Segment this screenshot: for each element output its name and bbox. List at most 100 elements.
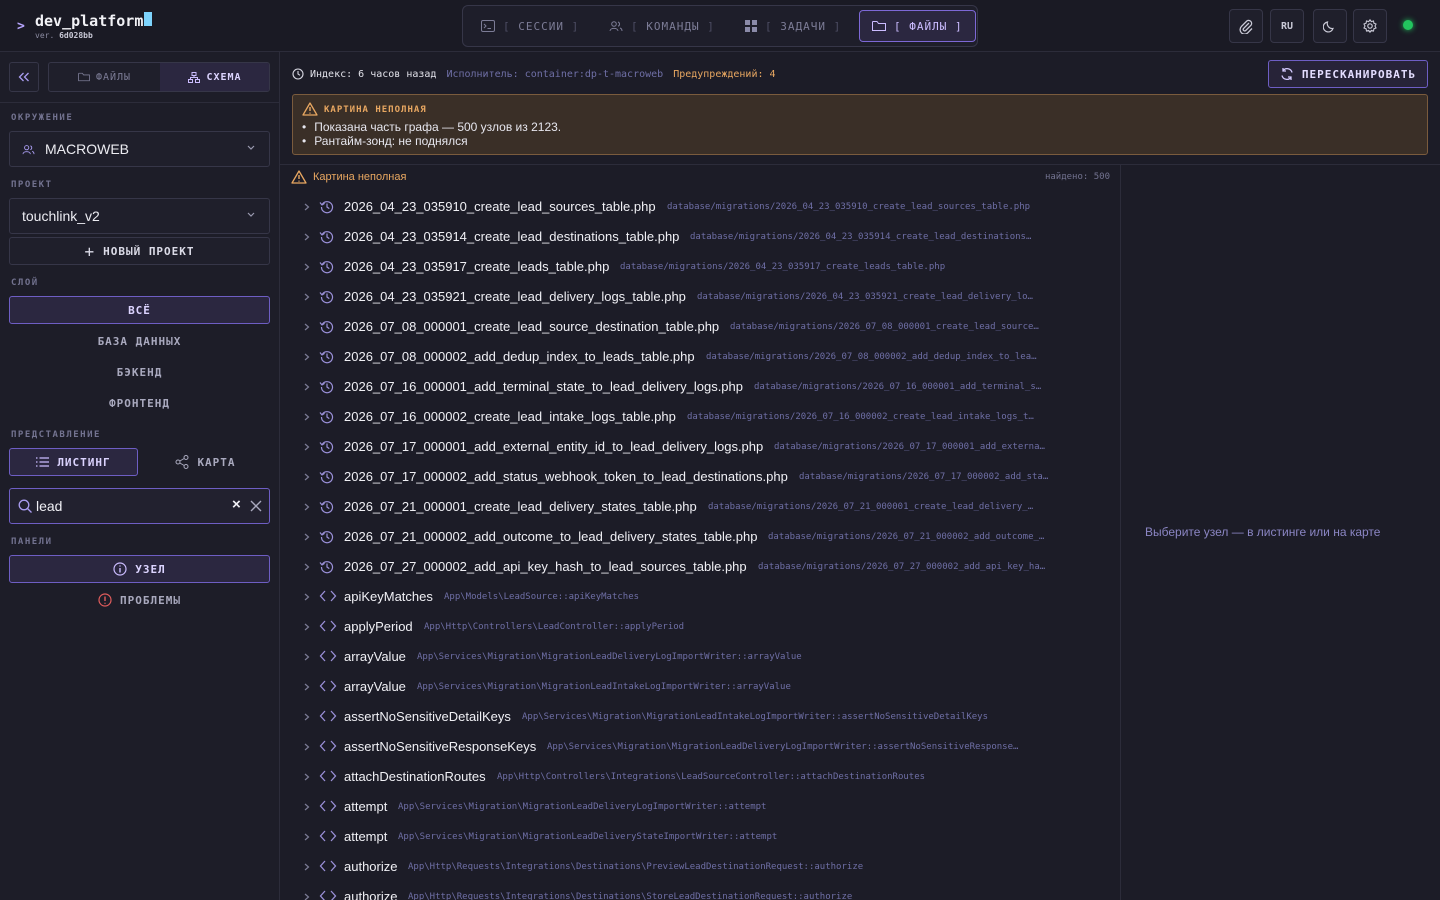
list-item[interactable]: assertNoSensitiveDetailKeys App\Services\… xyxy=(280,702,1120,732)
list-item[interactable]: 2026_04_23_035914_create_lead_destinatio… xyxy=(280,222,1120,252)
list-item[interactable]: 2026_04_23_035921_create_lead_delivery_l… xyxy=(280,282,1120,312)
list-item[interactable]: 2026_07_08_000002_add_dedup_index_to_lea… xyxy=(280,342,1120,372)
history-icon xyxy=(319,349,335,365)
listing-view-button[interactable]: ЛИСТИНГ xyxy=(9,448,138,476)
list-item[interactable]: arrayValue App\Services\Migration\Migrati… xyxy=(280,642,1120,672)
chevron-right-icon[interactable] xyxy=(304,233,310,241)
list-item[interactable]: 2026_07_27_000002_add_api_key_hash_to_le… xyxy=(280,552,1120,582)
files-view-label: ФАЙЛЫ xyxy=(95,71,132,83)
chevron-right-icon[interactable] xyxy=(304,743,310,751)
list-item[interactable]: 2026_07_17_000001_add_external_entity_id… xyxy=(280,432,1120,462)
search-input[interactable] xyxy=(36,497,226,515)
attach-button[interactable] xyxy=(1229,9,1263,43)
list-item[interactable]: 2026_07_16_000002_create_lead_intake_log… xyxy=(280,402,1120,432)
tab-commands[interactable]: [ КОМАНДЫ ] xyxy=(597,10,727,42)
map-view-button[interactable]: КАРТА xyxy=(141,448,270,476)
schema-view-label: СХЕМА xyxy=(206,71,242,83)
language-button[interactable]: RU xyxy=(1270,9,1304,43)
list-item[interactable]: 2026_07_21_000001_create_lead_delivery_s… xyxy=(280,492,1120,522)
moon-icon xyxy=(1323,21,1334,33)
history-icon xyxy=(319,559,335,575)
chevron-right-icon[interactable] xyxy=(304,653,310,661)
close-icon[interactable] xyxy=(250,500,262,512)
history-icon xyxy=(319,259,335,275)
tab-files[interactable]: [ ФАЙЛЫ ] xyxy=(859,10,976,42)
search-field[interactable]: × xyxy=(9,488,270,524)
history-icon xyxy=(319,499,335,515)
theme-toggle-button[interactable] xyxy=(1313,9,1347,43)
chevron-right-icon[interactable] xyxy=(304,533,310,541)
chevron-right-icon[interactable] xyxy=(304,593,310,601)
chevron-right-icon[interactable] xyxy=(304,293,310,301)
node-name: attempt xyxy=(344,829,388,844)
node-path: App\Services\Migration\MigrationLeadDeli… xyxy=(398,802,767,812)
node-panel-button[interactable]: УЗЕЛ xyxy=(9,555,270,583)
chevron-right-icon[interactable] xyxy=(304,503,310,511)
node-path: App\Http\Controllers\Integrations\LeadSo… xyxy=(497,772,926,782)
warning-item: Показана часть графа — 500 узлов из 2123… xyxy=(302,120,561,134)
collapse-sidebar-button[interactable] xyxy=(9,62,39,92)
schema-view-button[interactable]: СХЕМА xyxy=(160,63,269,91)
files-view-button[interactable]: ФАЙЛЫ xyxy=(49,63,160,91)
tab-sessions[interactable]: [ СЕССИИ ] xyxy=(469,10,591,42)
history-icon xyxy=(319,439,335,455)
chevron-right-icon[interactable] xyxy=(304,413,310,421)
chevron-right-icon[interactable] xyxy=(304,263,310,271)
language-label: RU xyxy=(1280,20,1294,32)
layer-backend-label: БЭКЕНД xyxy=(116,365,163,379)
warning-list: Показана часть графа — 500 узлов из 2123… xyxy=(302,120,561,148)
layer-frontend-label: ФРОНТЕНД xyxy=(109,396,170,410)
list-item[interactable]: attempt App\Services\Migration\MigrationL… xyxy=(280,792,1120,822)
layer-all[interactable]: ВСЁ xyxy=(9,296,270,324)
layer-frontend[interactable]: ФРОНТЕНД xyxy=(9,389,270,417)
tab-sessions-label: СЕССИИ xyxy=(518,19,564,33)
list-item[interactable]: 2026_07_08_000001_create_lead_source_des… xyxy=(280,312,1120,342)
new-project-button[interactable]: + НОВЫЙ ПРОЕКТ xyxy=(9,237,270,265)
list-item[interactable]: authorize App\Http\Requests\Integrations\… xyxy=(280,852,1120,882)
content-area: Индекс: 6 часов назад Исполнитель: conta… xyxy=(280,52,1440,900)
chevron-right-icon[interactable] xyxy=(304,833,310,841)
list-item[interactable]: attempt App\Services\Migration\MigrationL… xyxy=(280,822,1120,852)
chevron-right-icon[interactable] xyxy=(304,623,310,631)
layer-backend[interactable]: БЭКЕНД xyxy=(9,358,270,386)
chevron-right-icon[interactable] xyxy=(304,353,310,361)
chevron-right-icon[interactable] xyxy=(304,773,310,781)
list-item[interactable]: 2026_07_21_000002_add_outcome_to_lead_de… xyxy=(280,522,1120,552)
list-item[interactable]: arrayValue App\Services\Migration\Migrati… xyxy=(280,672,1120,702)
environment-select[interactable]: MACROWEB xyxy=(9,131,270,167)
chevron-right-icon[interactable] xyxy=(304,683,310,691)
settings-button[interactable] xyxy=(1353,9,1387,43)
chevron-right-icon[interactable] xyxy=(304,563,310,571)
list-item[interactable]: attachDestinationRoutes App\Http\Controll… xyxy=(280,762,1120,792)
chevron-right-icon[interactable] xyxy=(304,323,310,331)
list-item[interactable]: apiKeyMatches App\Models\LeadSource::apiK… xyxy=(280,582,1120,612)
rescan-button[interactable]: ПЕРЕСКАНИРОВАТЬ xyxy=(1268,60,1428,88)
list-item[interactable]: 2026_07_17_000002_add_status_webhook_tok… xyxy=(280,462,1120,492)
alert-circle-icon xyxy=(98,593,112,607)
project-label: ПРОЕКТ xyxy=(11,180,53,190)
layer-database[interactable]: БАЗА ДАННЫХ xyxy=(9,327,270,355)
double-chevron-left-icon xyxy=(18,72,29,82)
clear-search-icon[interactable]: × xyxy=(232,496,241,513)
list-item[interactable]: 2026_04_23_035910_create_lead_sources_ta… xyxy=(280,192,1120,222)
chevron-right-icon[interactable] xyxy=(304,473,310,481)
list-item[interactable]: authorize App\Http\Requests\Integrations\… xyxy=(280,882,1120,900)
tab-tasks[interactable]: [ ЗАДАЧИ ] xyxy=(733,10,853,42)
list-item[interactable]: applyPeriod App\Http\Controllers\LeadCont… xyxy=(280,612,1120,642)
list-item[interactable]: assertNoSensitiveResponseKeys App\Service… xyxy=(280,732,1120,762)
project-select[interactable]: touchlink_v2 xyxy=(9,198,270,234)
list-item[interactable]: 2026_07_16_000001_add_terminal_state_to_… xyxy=(280,372,1120,402)
chevron-right-icon[interactable] xyxy=(304,203,310,211)
problems-panel-button[interactable]: ПРОБЛЕМЫ xyxy=(9,586,270,614)
chevron-right-icon[interactable] xyxy=(304,893,310,900)
chevron-right-icon[interactable] xyxy=(304,863,310,871)
history-icon xyxy=(319,469,335,485)
map-view-label: КАРТА xyxy=(197,455,236,469)
list-item[interactable]: 2026_04_23_035917_create_leads_table.php… xyxy=(280,252,1120,282)
prompt-chevron-icon: > xyxy=(17,19,25,34)
schema-icon xyxy=(188,71,201,83)
chevron-right-icon[interactable] xyxy=(304,443,310,451)
chevron-right-icon[interactable] xyxy=(304,803,310,811)
chevron-right-icon[interactable] xyxy=(304,383,310,391)
chevron-right-icon[interactable] xyxy=(304,713,310,721)
